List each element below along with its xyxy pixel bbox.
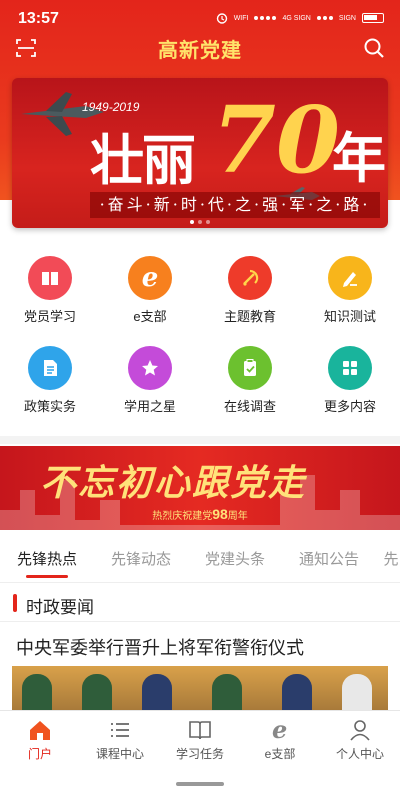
e-icon: e: [272, 717, 287, 743]
signal-label-2: SIGN: [338, 14, 356, 22]
bottom-nav: 门户 课程中心 学习任务 e e支部 个人中心: [0, 710, 400, 770]
person-icon: [350, 720, 370, 741]
section-header: 时政要闻: [0, 582, 400, 622]
feature-grid: 党员学习 e e支部 主题教育 知识测试 政策实务 学用之星 在线调查 更多内容: [0, 250, 400, 430]
status-indicators: WIFI 4G SIGN SIGN: [216, 12, 384, 24]
menu-item-label: e支部: [133, 309, 167, 324]
open-book-icon: [189, 721, 211, 740]
menu-item-theme-education[interactable]: 主题教育: [200, 250, 300, 340]
banner2-subtitle: 热烈庆祝建党98周年: [152, 506, 248, 522]
news-photo[interactable]: [12, 666, 388, 710]
signal-label-1: 4G SIGN: [282, 14, 311, 22]
menu-item-label: 政策实务: [23, 399, 76, 414]
app-screen: 13:57 WIFI 4G SIGN SIGN 高新党建 1949-2019 壮…: [0, 0, 400, 800]
nav-label: 门户: [27, 747, 52, 761]
section-divider: [0, 436, 400, 444]
menu-item-party-study[interactable]: 党员学习: [0, 250, 100, 340]
menu-item-e-branch[interactable]: e e支部: [100, 250, 200, 340]
banner-pager: [12, 220, 388, 224]
tab-vanguard-news[interactable]: 先锋动态: [94, 540, 188, 580]
nav-e-branch[interactable]: e e支部: [240, 711, 320, 770]
section-accent-bar: [13, 594, 17, 612]
banner-headline-number: 70: [212, 86, 341, 194]
banner-slogan: ·奋斗·新·时·代·之·强·军·之·路·: [90, 192, 380, 218]
banner2-slogan: 不忘初心跟党走: [40, 462, 307, 504]
book-icon: [28, 256, 72, 300]
menu-item-policy[interactable]: 政策实务: [0, 340, 100, 430]
wifi-label: WIFI: [233, 14, 249, 22]
status-time: 13:57: [18, 10, 59, 27]
nav-label: 课程中心: [95, 747, 144, 761]
home-icon: [30, 721, 50, 740]
battery-icon: [362, 13, 384, 23]
star-icon: [128, 346, 172, 390]
nav-label: 学习任务: [175, 747, 224, 761]
home-indicator[interactable]: [176, 782, 224, 786]
signal-dots: [254, 16, 277, 20]
nav-home[interactable]: 门户: [0, 711, 80, 770]
menu-item-knowledge-test[interactable]: 知识测试: [300, 250, 400, 340]
nav-tasks[interactable]: 学习任务: [160, 711, 240, 770]
title-bar: 高新党建: [0, 32, 400, 64]
tab-overflow[interactable]: 先: [376, 540, 400, 580]
nav-label: e支部: [264, 747, 296, 761]
alarm-icon: [216, 13, 227, 24]
clipboard-check-icon: [228, 346, 272, 390]
tab-party-headlines[interactable]: 党建头条: [188, 540, 282, 580]
search-icon[interactable]: [362, 36, 386, 60]
menu-item-survey[interactable]: 在线调查: [200, 340, 300, 430]
signal-dots-2: [316, 16, 333, 20]
document-icon: [28, 346, 72, 390]
menu-item-label: 知识测试: [323, 309, 376, 324]
news-headline[interactable]: 中央军委举行晋升上将军衔警衔仪式: [16, 634, 304, 660]
section-title: 时政要闻: [26, 598, 94, 617]
grid-icon: [328, 346, 372, 390]
menu-item-label: 主题教育: [223, 309, 276, 324]
news-tabs: 先锋热点 先锋动态 党建头条 通知公告 先: [0, 540, 400, 580]
pencil-icon: [328, 256, 372, 300]
anniversary-banner[interactable]: 不忘初心跟党走 热烈庆祝建党98周年: [0, 446, 400, 530]
status-bar: 13:57 WIFI 4G SIGN SIGN: [0, 0, 400, 36]
banner-headline-right: 年: [332, 126, 386, 190]
menu-item-label: 更多内容: [323, 399, 376, 414]
menu-item-label: 在线调查: [223, 399, 276, 414]
party-emblem-icon: [228, 256, 272, 300]
menu-item-more[interactable]: 更多内容: [300, 340, 400, 430]
svg-text:e: e: [272, 717, 287, 743]
list-icon: [111, 723, 129, 737]
tab-notices[interactable]: 通知公告: [282, 540, 376, 580]
nav-courses[interactable]: 课程中心: [80, 711, 160, 770]
tab-vanguard-hot[interactable]: 先锋热点: [0, 540, 94, 580]
banner-years: 1949-2019: [82, 100, 140, 114]
banner-headline-left: 壮丽: [90, 128, 196, 192]
menu-item-label: 学用之星: [123, 399, 176, 414]
menu-item-label: 党员学习: [23, 309, 76, 324]
e-icon: e: [128, 256, 172, 300]
nav-label: 个人中心: [335, 747, 384, 761]
nav-profile[interactable]: 个人中心: [320, 711, 400, 770]
menu-item-study-star[interactable]: 学用之星: [100, 340, 200, 430]
hero-banner[interactable]: 1949-2019 壮丽 70 年 ·奋斗·新·时·代·之·强·军·之·路·: [12, 78, 388, 228]
page-title: 高新党建: [158, 38, 242, 62]
